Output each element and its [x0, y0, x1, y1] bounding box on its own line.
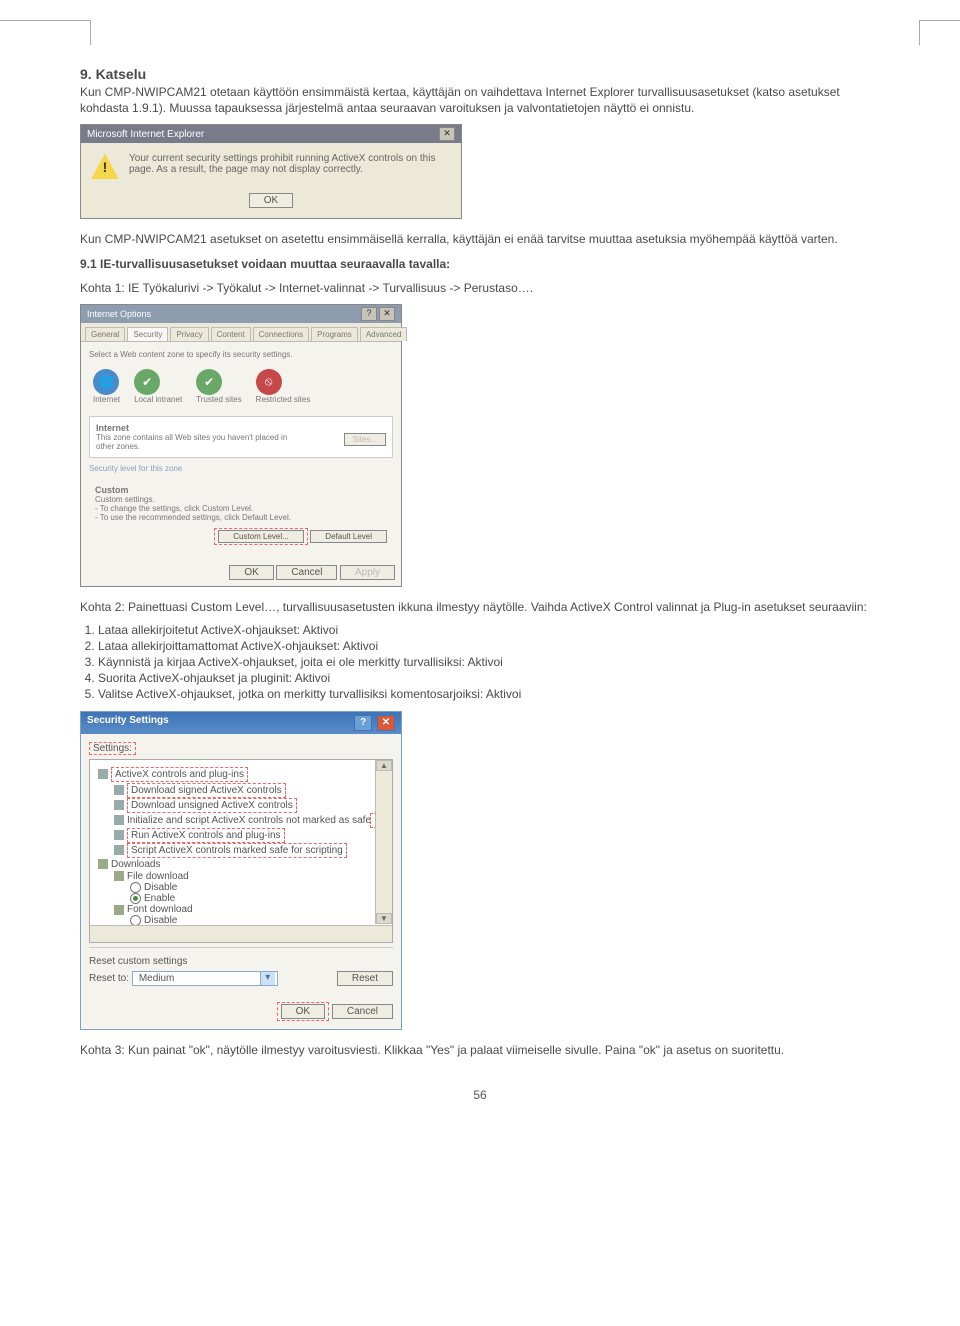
- kohta2-intro: Kohta 2: Painettuasi Custom Level…, turv…: [80, 599, 880, 615]
- warning-icon: [91, 153, 119, 179]
- tab-advanced[interactable]: Advanced: [360, 327, 408, 341]
- close-icon[interactable]: ✕: [379, 307, 395, 321]
- close-icon[interactable]: ✕: [377, 715, 395, 731]
- alert-ok-button[interactable]: OK: [249, 193, 293, 208]
- custom-level-highlight: Custom Level...: [214, 528, 308, 545]
- kohta1-text: Kohta 1: IE Työkalurivi -> Työkalut -> I…: [80, 280, 880, 296]
- gear-icon: [98, 769, 108, 779]
- init-unsafe: Initialize and script ActiveX controls n…: [127, 815, 371, 826]
- local-intranet-icon[interactable]: ✔: [134, 369, 160, 395]
- list-item: Käynnistä ja kirjaa ActiveX-ohjaukset, j…: [98, 655, 880, 669]
- internet-box-desc: This zone contains all Web sites you hav…: [96, 433, 296, 451]
- file-download-icon: [114, 871, 124, 881]
- dl-signed: Download signed ActiveX controls: [127, 783, 286, 798]
- ie-alert-dialog: Microsoft Internet Explorer ✕ Your curre…: [80, 124, 462, 219]
- kohta2-list: Lataa allekirjoitetut ActiveX-ohjaukset:…: [98, 623, 880, 701]
- restricted-sites-icon[interactable]: ⦸: [256, 369, 282, 395]
- list-item: Lataa allekirjoittamattomat ActiveX-ohja…: [98, 639, 880, 653]
- trusted-sites-icon[interactable]: ✔: [196, 369, 222, 395]
- subsection-heading: 9.1 IE-turvallisuusasetukset voidaan muu…: [80, 256, 880, 272]
- tab-security[interactable]: Security: [127, 327, 168, 341]
- ieopt-tabs: General Security Privacy Content Connect…: [81, 323, 401, 342]
- list-item: Lataa allekirjoitetut ActiveX-ohjaukset:…: [98, 623, 880, 637]
- section-heading: 9. Katselu: [80, 66, 880, 82]
- after-alert-paragraph: Kun CMP-NWIPCAM21 asetukset on asetettu …: [80, 231, 880, 247]
- ieopt-ok-button[interactable]: OK: [229, 565, 273, 580]
- list-item: Suorita ActiveX-ohjaukset ja pluginit: A…: [98, 671, 880, 685]
- secdlg-titlebar: Security Settings ? ✕: [81, 712, 401, 734]
- ieopt-cancel-button[interactable]: Cancel: [276, 565, 337, 580]
- script-safe: Script ActiveX controls marked safe for …: [127, 843, 347, 858]
- run-plugins: Run ActiveX controls and plug-ins: [127, 828, 285, 843]
- gear-icon: [114, 845, 124, 855]
- tab-connections[interactable]: Connections: [253, 327, 309, 341]
- zone-restricted-label: Restricted sites: [256, 395, 311, 404]
- default-level-button[interactable]: Default Level: [310, 530, 387, 543]
- settings-listbox[interactable]: ActiveX controls and plug-ins Download s…: [89, 759, 393, 943]
- custom-l1: Custom settings.: [95, 495, 387, 504]
- font-download-icon: [114, 905, 124, 915]
- downloads-root: Downloads: [111, 859, 160, 870]
- zone-trusted-label: Trusted sites: [196, 395, 242, 404]
- secdlg-title: Security Settings: [87, 715, 169, 731]
- gear-icon: [114, 815, 124, 825]
- tab-content[interactable]: Content: [211, 327, 251, 341]
- ieopt-title: Internet Options: [87, 309, 151, 319]
- horizontal-scrollbar[interactable]: [90, 925, 392, 942]
- help-icon[interactable]: ?: [354, 715, 372, 731]
- dl-unsigned: Download unsigned ActiveX controls: [127, 798, 297, 813]
- ax-root: ActiveX controls and plug-ins: [111, 767, 248, 782]
- ieopt-apply-button[interactable]: Apply: [340, 565, 395, 580]
- page-number: 56: [80, 1088, 880, 1102]
- zone-internet-label: Internet: [93, 395, 120, 404]
- page-corner-left: [0, 20, 91, 45]
- secdlg-ok-button[interactable]: OK: [281, 1004, 325, 1019]
- security-settings-dialog: Security Settings ? ✕ Settings: ActiveX …: [80, 711, 402, 1030]
- intro-paragraph: Kun CMP-NWIPCAM21 otetaan käyttöön ensim…: [80, 84, 880, 116]
- page-corner-right: [919, 20, 960, 45]
- disable-label: Disable: [144, 882, 177, 893]
- gear-icon: [114, 800, 124, 810]
- alert-message: Your current security settings prohibit …: [129, 153, 451, 179]
- custom-level-button[interactable]: Custom Level...: [218, 530, 304, 543]
- font-download: Font download: [127, 904, 193, 915]
- gear-icon: [114, 830, 124, 840]
- ok-highlight: OK: [277, 1002, 329, 1021]
- zone-hint: Select a Web content zone to specify its…: [89, 350, 393, 359]
- gear-icon: [114, 785, 124, 795]
- sec-level-label: Security level for this zone: [89, 464, 393, 473]
- internet-options-dialog: Internet Options ? ✕ General Security Pr…: [80, 304, 402, 587]
- kohta3-text: Kohta 3: Kun painat "ok", näytölle ilmes…: [80, 1042, 880, 1058]
- reset-button[interactable]: Reset: [337, 971, 393, 986]
- tab-general[interactable]: General: [85, 327, 125, 341]
- custom-l3: - To use the recommended settings, click…: [95, 513, 387, 522]
- tab-privacy[interactable]: Privacy: [170, 327, 208, 341]
- internet-box-title: Internet: [96, 423, 129, 433]
- secdlg-cancel-button[interactable]: Cancel: [332, 1004, 393, 1019]
- radio-disable[interactable]: [130, 882, 141, 893]
- enable-label: Enable: [144, 893, 175, 904]
- file-download: File download: [127, 871, 189, 882]
- tab-programs[interactable]: Programs: [311, 327, 358, 341]
- reset-to-label: Reset to:: [89, 973, 129, 984]
- alert-title: Microsoft Internet Explorer: [87, 129, 204, 140]
- reset-to-select[interactable]: Medium: [132, 971, 278, 986]
- zone-local-label: Local intranet: [134, 395, 182, 404]
- custom-l2: - To change the settings, click Custom L…: [95, 504, 387, 513]
- help-icon[interactable]: ?: [361, 307, 377, 321]
- vertical-scrollbar[interactable]: [375, 760, 392, 924]
- alert-titlebar: Microsoft Internet Explorer ✕: [81, 125, 461, 143]
- downloads-icon: [98, 859, 108, 869]
- settings-label: Settings:: [89, 742, 136, 755]
- radio-enable[interactable]: [130, 893, 141, 904]
- globe-icon[interactable]: 🌐: [93, 369, 119, 395]
- close-icon[interactable]: ✕: [439, 127, 455, 141]
- custom-head: Custom: [95, 485, 129, 495]
- reset-title: Reset custom settings: [89, 956, 393, 967]
- sites-button[interactable]: Sites...: [344, 433, 386, 446]
- list-item: Valitse ActiveX-ohjaukset, jotka on merk…: [98, 687, 880, 701]
